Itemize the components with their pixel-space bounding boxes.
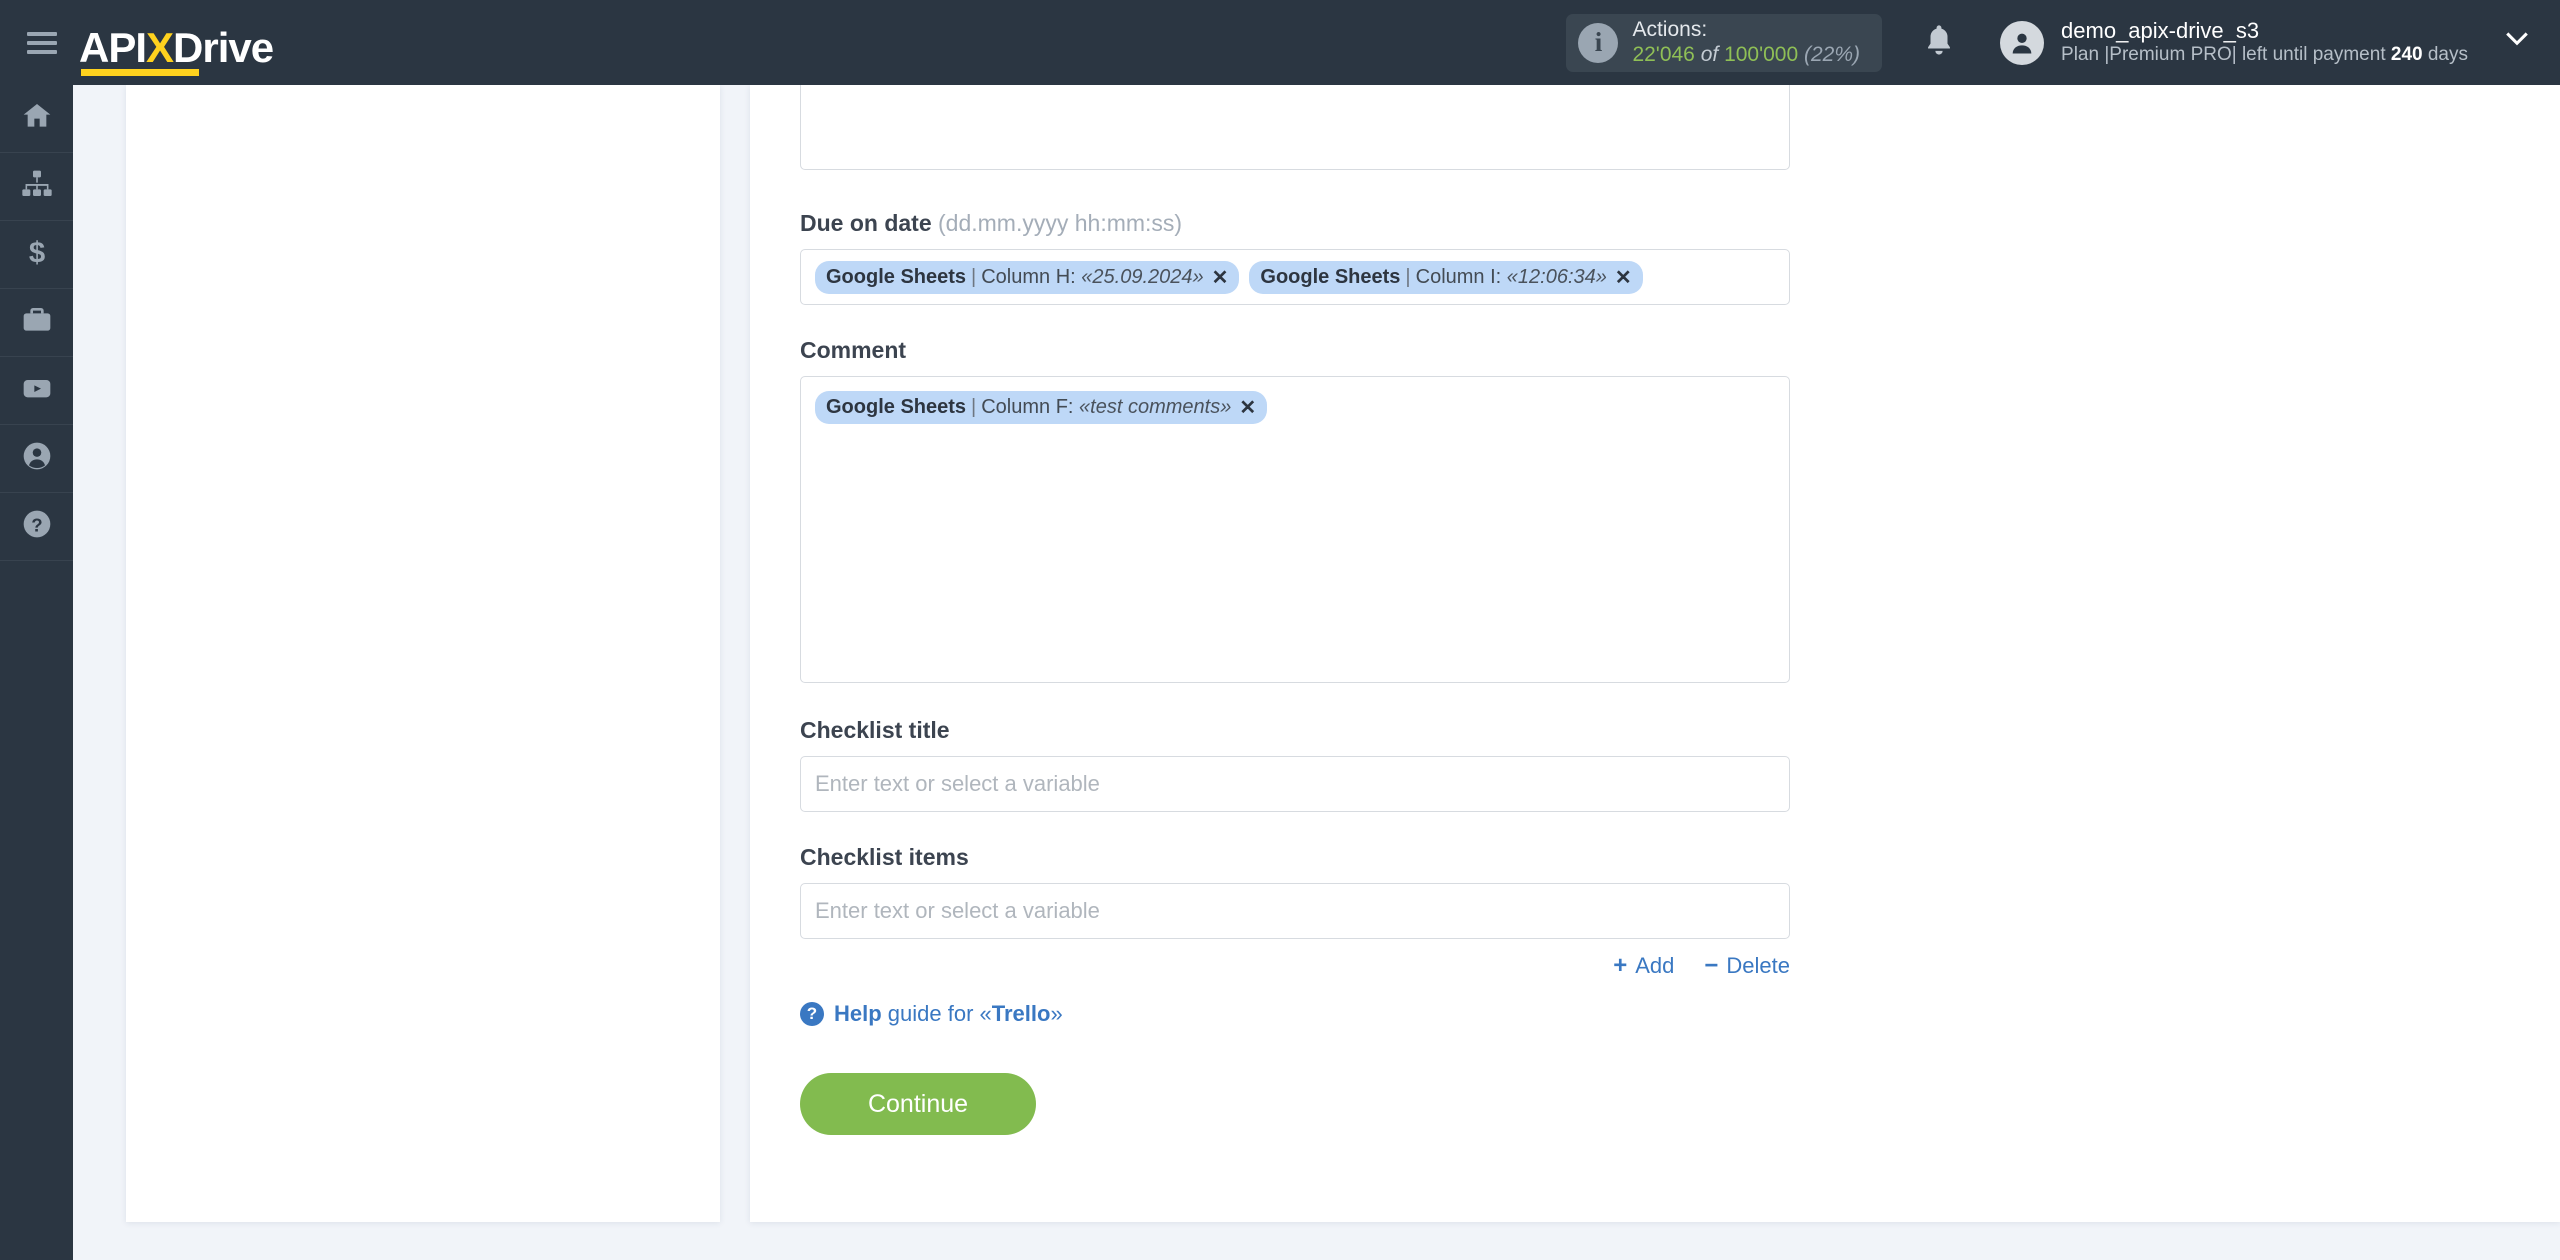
chip-field: Column F: bbox=[981, 396, 1074, 418]
sidebar-item-services[interactable] bbox=[0, 289, 73, 357]
user-name: demo_apix-drive_s3 bbox=[2061, 17, 2260, 43]
svg-text:?: ? bbox=[31, 514, 42, 535]
comment-textarea[interactable]: Google Sheets | Column F: «test comments» ✕ bbox=[800, 376, 1790, 683]
chip-field: Column H: bbox=[981, 265, 1076, 288]
sidebar-item-account[interactable] bbox=[0, 425, 73, 493]
sidebar-item-billing[interactable]: $ bbox=[0, 221, 73, 289]
sidebar-item-connections[interactable] bbox=[0, 153, 73, 221]
field-checklist-items: Checklist items Enter text or select a v… bbox=[800, 844, 1790, 939]
chip-separator: | bbox=[1405, 265, 1411, 288]
sidebar-item-video[interactable] bbox=[0, 357, 73, 425]
left-content-panel bbox=[126, 85, 720, 1222]
logo-text-x: X bbox=[146, 23, 174, 71]
actions-of: of bbox=[1700, 42, 1719, 66]
chip-source: Google Sheets bbox=[1260, 265, 1401, 288]
logo-underline bbox=[81, 68, 199, 76]
user-plan-info: Plan |Premium PRO| left until payment 24… bbox=[2061, 44, 2468, 67]
help-guide-link[interactable]: ? Help guide for «Trello» bbox=[800, 1001, 1790, 1027]
question-mark-icon: ? bbox=[800, 1002, 824, 1026]
top-header: APIXDrive i Actions: 22'046 of 100'000 (… bbox=[0, 0, 2560, 85]
add-button-label: Add bbox=[1635, 953, 1675, 978]
chip-value: «12:06:34» bbox=[1506, 265, 1607, 288]
field-comment: Comment Google Sheets | Column F: «test co… bbox=[800, 337, 1790, 683]
left-icon-rail: $ ? bbox=[0, 85, 73, 1260]
continue-button[interactable]: Continue bbox=[800, 1073, 1036, 1135]
info-icon: i bbox=[1578, 22, 1619, 63]
help-guide-text: Help guide for «Trello» bbox=[834, 1001, 1063, 1027]
chip-remove-icon[interactable]: ✕ bbox=[1212, 265, 1229, 290]
user-circle-icon bbox=[21, 440, 53, 477]
svg-text:$: $ bbox=[28, 237, 44, 268]
actions-used: 22'046 bbox=[1632, 42, 1695, 66]
dollar-icon: $ bbox=[21, 236, 53, 273]
variable-chip[interactable]: Google Sheets | Column H: «25.09.2024» ✕ bbox=[815, 260, 1240, 294]
due-on-date-hint: (dd.mm.yyyy hh:mm:ss) bbox=[938, 210, 1183, 236]
question-circle-icon: ? bbox=[21, 508, 53, 545]
chip-source: Google Sheets bbox=[826, 396, 967, 418]
actions-label: Actions: bbox=[1632, 18, 1708, 42]
checklist-items-placeholder: Enter text or select a variable bbox=[815, 898, 1100, 923]
delete-button-label: Delete bbox=[1726, 953, 1790, 978]
user-menu[interactable]: demo_apix-drive_s3 Plan |Premium PRO| le… bbox=[2000, 18, 2468, 67]
actions-percent: (22%) bbox=[1804, 42, 1861, 66]
plan-days: 240 bbox=[2390, 44, 2423, 66]
due-on-date-label: Due on date (dd.mm.yyyy hh:mm:ss) bbox=[800, 210, 1790, 237]
logo-text-drive: Drive bbox=[173, 23, 274, 71]
minus-icon: − bbox=[1704, 952, 1719, 979]
due-on-date-input[interactable]: Google Sheets | Column H: «25.09.2024» ✕ Go… bbox=[800, 249, 1790, 305]
youtube-icon bbox=[21, 372, 53, 409]
plan-mid: | left until payment bbox=[2231, 44, 2391, 66]
apixdrive-logo[interactable]: APIXDrive bbox=[79, 17, 274, 76]
logo-text-api: API bbox=[79, 23, 147, 71]
field-checklist-title: Checklist title Enter text or select a v… bbox=[800, 717, 1790, 812]
chip-value: «25.09.2024» bbox=[1081, 265, 1204, 288]
checklist-items-label: Checklist items bbox=[800, 844, 969, 870]
bell-icon[interactable] bbox=[1924, 23, 1954, 62]
home-icon bbox=[21, 100, 53, 137]
chip-source: Google Sheets bbox=[826, 265, 967, 288]
plus-icon: + bbox=[1613, 952, 1628, 979]
plan-prefix: Plan | bbox=[2061, 44, 2110, 66]
variable-chip[interactable]: Google Sheets | Column I: «12:06:34» ✕ bbox=[1249, 260, 1643, 294]
actions-quota-values: 22'046 of 100'000 (22%) bbox=[1632, 43, 1860, 67]
sidebar-item-help[interactable]: ? bbox=[0, 493, 73, 561]
briefcase-icon bbox=[21, 304, 53, 341]
chip-field: Column I: bbox=[1415, 265, 1502, 288]
user-avatar-icon bbox=[2000, 20, 2045, 65]
checklist-title-input[interactable]: Enter text or select a variable bbox=[800, 756, 1790, 812]
chip-separator: | bbox=[971, 265, 977, 288]
sidebar-item-home[interactable] bbox=[0, 85, 73, 153]
trello-fields-form: Due on date (dd.mm.yyyy hh:mm:ss) Google… bbox=[800, 85, 1790, 1135]
help-rest: guide for « bbox=[881, 1001, 992, 1026]
chevron-down-icon[interactable] bbox=[2504, 31, 2530, 54]
right-content-panel: Due on date (dd.mm.yyyy hh:mm:ss) Google… bbox=[750, 0, 2560, 1222]
hamburger-icon[interactable] bbox=[27, 31, 57, 54]
actions-quota-badge[interactable]: i Actions: 22'046 of 100'000 (22%) bbox=[1566, 13, 1883, 72]
sitemap-icon bbox=[21, 168, 53, 205]
plan-days-suffix: days bbox=[2422, 44, 2468, 66]
checklist-title-label: Checklist title bbox=[800, 717, 950, 743]
chip-remove-icon[interactable]: ✕ bbox=[1239, 395, 1256, 420]
chip-value: «test comments» bbox=[1079, 396, 1232, 418]
variable-chip[interactable]: Google Sheets | Column F: «test comments» ✕ bbox=[815, 391, 1268, 424]
chip-separator: | bbox=[971, 396, 977, 418]
add-button[interactable]: + Add bbox=[1613, 953, 1674, 979]
add-delete-row: + Add − Delete bbox=[800, 953, 1790, 979]
help-bold: Help bbox=[834, 1001, 882, 1026]
comment-label: Comment bbox=[800, 337, 907, 363]
chip-remove-icon[interactable]: ✕ bbox=[1615, 265, 1632, 290]
delete-button[interactable]: − Delete bbox=[1704, 953, 1790, 979]
help-service: Trello bbox=[991, 1001, 1051, 1026]
actions-total: 100'000 bbox=[1724, 42, 1799, 66]
field-due-on-date: Due on date (dd.mm.yyyy hh:mm:ss) Google… bbox=[800, 210, 1790, 305]
checklist-title-placeholder: Enter text or select a variable bbox=[815, 771, 1100, 796]
due-on-date-label-text: Due on date bbox=[800, 210, 932, 236]
help-tail: » bbox=[1050, 1001, 1063, 1026]
checklist-items-input[interactable]: Enter text or select a variable bbox=[800, 883, 1790, 939]
plan-name: Premium PRO bbox=[2109, 44, 2232, 66]
